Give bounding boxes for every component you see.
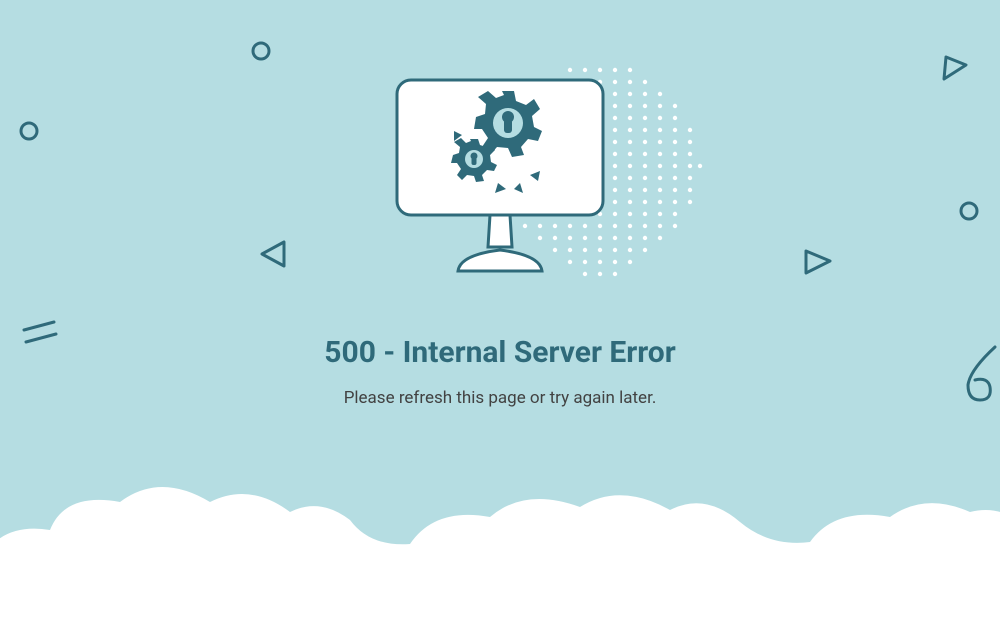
- monitor-gears-icon: [392, 75, 608, 285]
- error-heading: 500 - Internal Server Error: [0, 335, 1000, 370]
- error-illustration: [300, 75, 700, 295]
- clouds-decoration: [0, 452, 1000, 622]
- error-content: 500 - Internal Server Error Please refre…: [0, 75, 1000, 408]
- error-message: Please refresh this page or try again la…: [0, 388, 1000, 408]
- decoration-circle-top: [250, 40, 272, 62]
